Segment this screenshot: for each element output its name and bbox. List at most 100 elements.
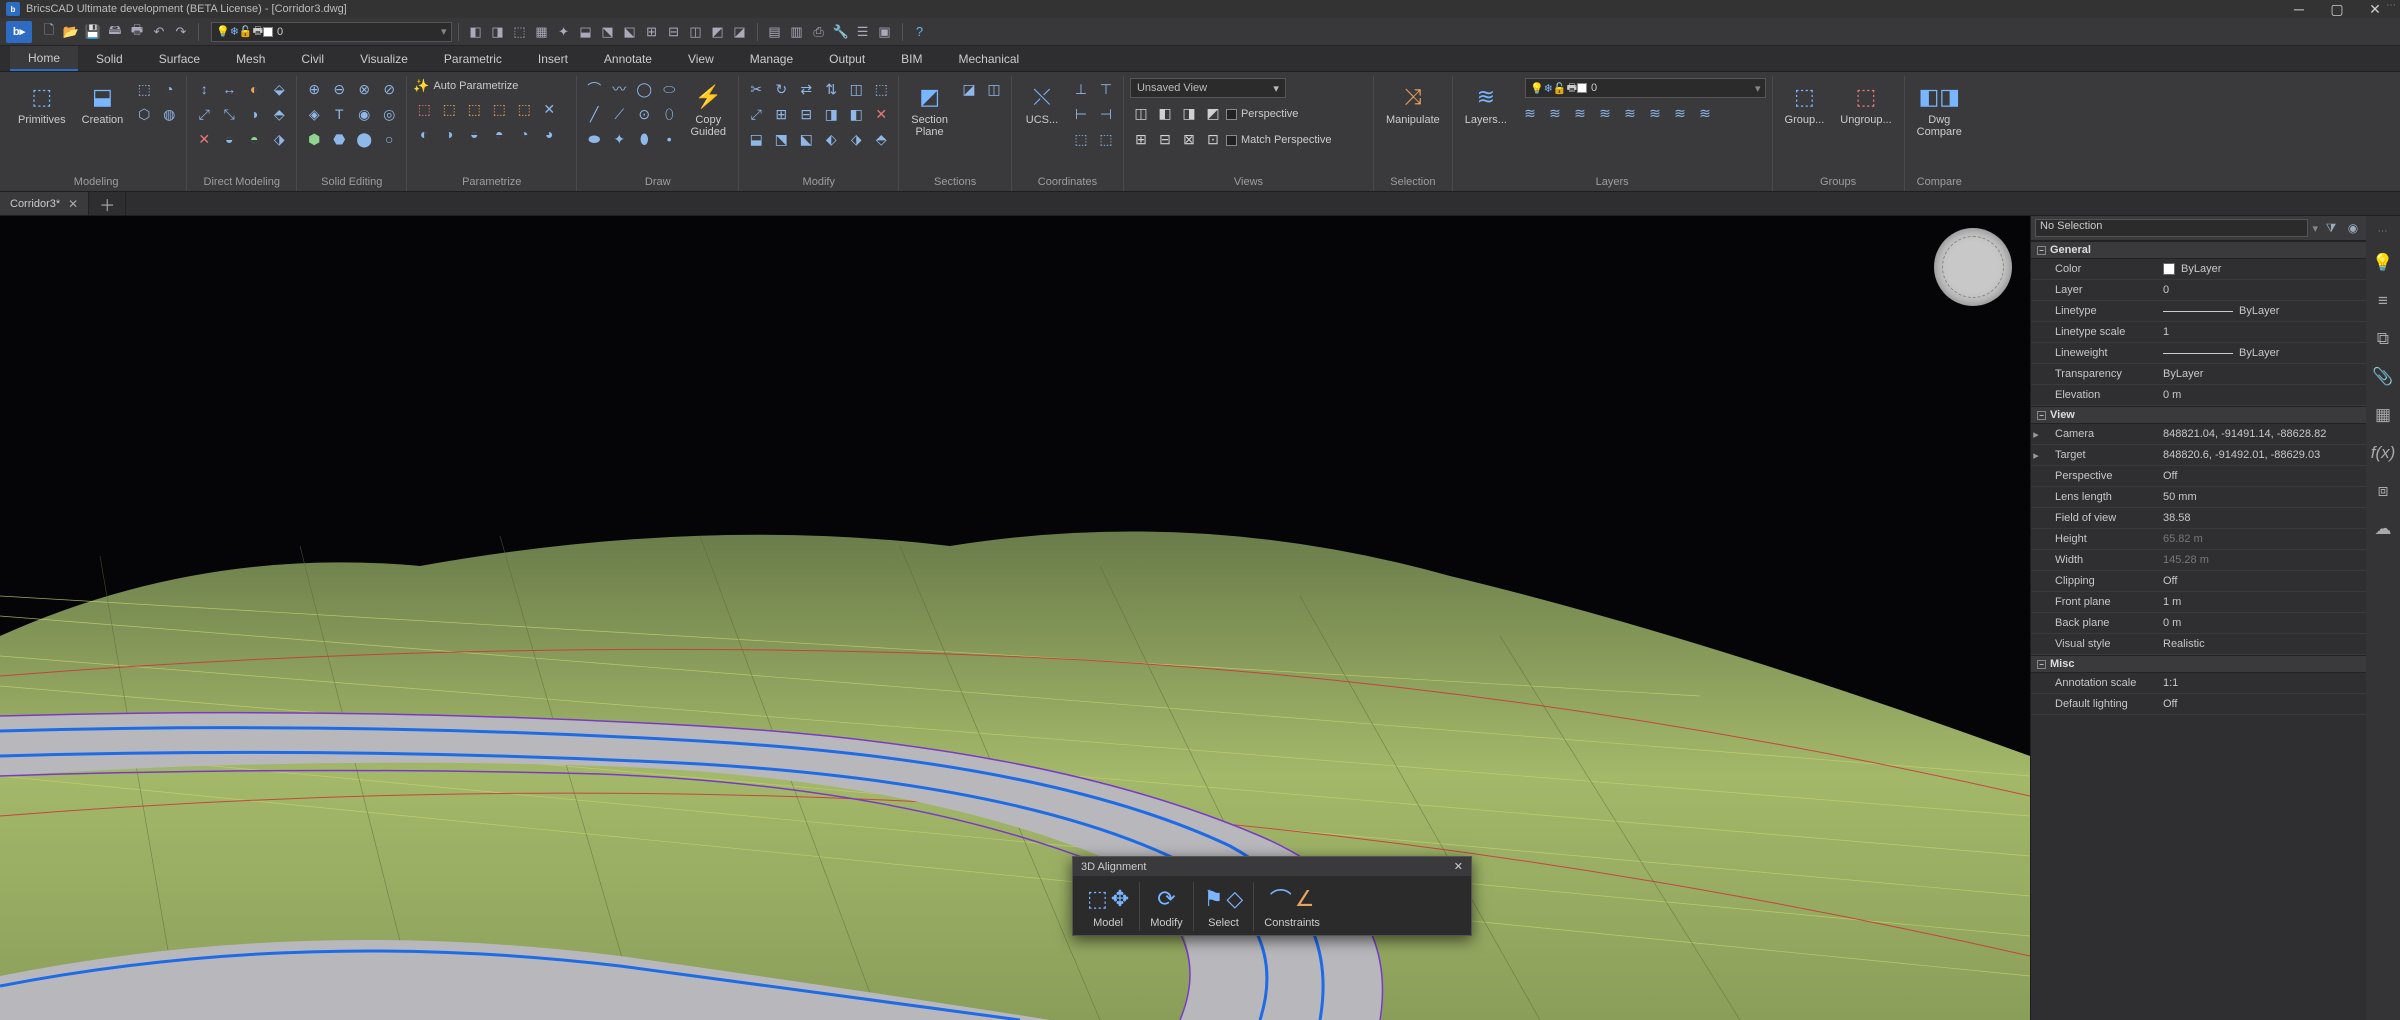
se-tool-4[interactable]: ⊘: [378, 78, 400, 100]
section-view[interactable]: −View: [2031, 406, 2366, 424]
pm-tool-10[interactable]: ◓: [488, 123, 510, 145]
dr-tool-5[interactable]: ╱: [583, 103, 605, 125]
tab-parametric[interactable]: Parametric: [426, 46, 520, 71]
tool-icon-2[interactable]: ◨: [487, 21, 509, 43]
dr-tool-2[interactable]: 〰: [608, 78, 630, 100]
dm-tool-10[interactable]: ◒: [218, 128, 240, 150]
dr-tool-7[interactable]: ⊙: [633, 103, 655, 125]
pick-icon[interactable]: ◉: [2344, 219, 2362, 237]
se-tool-5[interactable]: ◈: [303, 103, 325, 125]
md-tool-4[interactable]: ⇅: [820, 78, 842, 100]
file-tab-corridor3[interactable]: Corridor3* ✕: [0, 192, 89, 215]
new-icon[interactable]: 🗋: [38, 21, 60, 43]
perspective-check[interactable]: Perspective: [1226, 104, 1298, 124]
co-tool-3[interactable]: ⊢: [1070, 103, 1092, 125]
prop-row-lens-length[interactable]: Lens length50 mm: [2031, 487, 2366, 508]
md-tool-5[interactable]: ◫: [845, 78, 867, 100]
prop-row-linetype-scale[interactable]: Linetype scale1: [2031, 322, 2366, 343]
open-icon[interactable]: 📂: [60, 21, 82, 43]
dm-tool-1[interactable]: ↕: [193, 78, 215, 100]
dm-tool-12[interactable]: ⬗: [268, 128, 290, 150]
md-tool-13[interactable]: ⬓: [745, 128, 767, 150]
match-perspective-check[interactable]: Match Perspective: [1226, 130, 1331, 150]
chevron-down-icon[interactable]: ▾: [1755, 82, 1761, 95]
tool-icon-18[interactable]: ☰: [852, 21, 874, 43]
cloud-icon[interactable]: ☁: [2371, 517, 2395, 541]
pm-tool-8[interactable]: ◑: [438, 123, 460, 145]
tab-manage[interactable]: Manage: [732, 46, 811, 71]
ly-tool-5[interactable]: ≋: [1619, 102, 1641, 124]
ly-tool-2[interactable]: ≋: [1544, 102, 1566, 124]
section-misc[interactable]: −Misc: [2031, 655, 2366, 673]
chevron-down-icon[interactable]: ▾: [2312, 222, 2318, 235]
tab-insert[interactable]: Insert: [520, 46, 586, 71]
vw-tool-3[interactable]: ◨: [1178, 102, 1200, 124]
md-tool-12[interactable]: ✕: [870, 103, 892, 125]
filter-icon[interactable]: ⧩: [2322, 219, 2340, 237]
tab-civil[interactable]: Civil: [283, 46, 342, 71]
md-tool-18[interactable]: ⬘: [870, 128, 892, 150]
md-tool-17[interactable]: ⬗: [845, 128, 867, 150]
ly-tool-4[interactable]: ≋: [1594, 102, 1616, 124]
modeling-tool-2[interactable]: ◔: [158, 78, 180, 100]
tool-icon-11[interactable]: ◫: [685, 21, 707, 43]
vw-tool-1[interactable]: ◫: [1130, 102, 1152, 124]
tab-home[interactable]: Home: [10, 46, 78, 71]
sec-tool-1[interactable]: ◪: [958, 78, 980, 100]
tab-mesh[interactable]: Mesh: [218, 46, 283, 71]
pm-tool-7[interactable]: ◐: [413, 123, 435, 145]
viewport[interactable]: 3D Alignment ✕ ⬚✥ Model ⟳ Modify ⚑◇ Sele…: [0, 216, 2030, 1020]
tab-view[interactable]: View: [670, 46, 732, 71]
sec-tool-2[interactable]: ◫: [983, 78, 1005, 100]
bulb-icon[interactable]: 💡: [2371, 251, 2395, 275]
ly-tool-7[interactable]: ≋: [1669, 102, 1691, 124]
se-tool-8[interactable]: ◎: [378, 103, 400, 125]
dm-tool-5[interactable]: ⤢: [193, 103, 215, 125]
tool-icon-1[interactable]: ◧: [465, 21, 487, 43]
md-tool-11[interactable]: ◧: [845, 103, 867, 125]
tool-icon-10[interactable]: ⊟: [663, 21, 685, 43]
pm-tool-11[interactable]: ◔: [513, 123, 535, 145]
md-tool-2[interactable]: ↻: [770, 78, 792, 100]
maximize-button[interactable]: ▢: [2318, 0, 2356, 18]
qat-layer-combo[interactable]: 💡 ❄ 🔓 🖶 ▾: [211, 22, 452, 42]
md-tool-16[interactable]: ⬖: [820, 128, 842, 150]
ribbon-collapse[interactable]: ⋯: [2386, 0, 2400, 14]
dr-tool-6[interactable]: ⟋: [608, 103, 630, 125]
se-tool-10[interactable]: ⬣: [328, 128, 350, 150]
ly-tool-8[interactable]: ≋: [1694, 102, 1716, 124]
pm-tool-12[interactable]: ◕: [538, 123, 560, 145]
view-cube[interactable]: [1934, 228, 2012, 306]
co-tool-4[interactable]: ⊣: [1095, 103, 1117, 125]
align-modify[interactable]: ⟳ Modify: [1140, 882, 1193, 931]
se-tool-11[interactable]: ⬤: [353, 128, 375, 150]
dr-tool-10[interactable]: ✦: [608, 128, 630, 150]
view-combo[interactable]: Unsaved View ▾: [1130, 78, 1286, 98]
minimize-button[interactable]: ─: [2280, 0, 2318, 18]
md-tool-8[interactable]: ⊞: [770, 103, 792, 125]
close-icon[interactable]: ✕: [1454, 860, 1463, 873]
modeling-tool-3[interactable]: ⬡: [133, 103, 155, 125]
ly-tool-1[interactable]: ≋: [1519, 102, 1541, 124]
primitives-button[interactable]: ⬚ Primitives: [12, 78, 72, 130]
se-tool-12[interactable]: ○: [378, 128, 400, 150]
tool-icon-16[interactable]: ⎙: [808, 21, 830, 43]
dm-tool-7[interactable]: ◑: [243, 103, 265, 125]
print-icon[interactable]: 🖶: [126, 21, 148, 43]
clip-icon[interactable]: 📎: [2371, 365, 2395, 389]
tool-icon-8[interactable]: ⬕: [619, 21, 641, 43]
se-tool-3[interactable]: ⊗: [353, 78, 375, 100]
tool-icon-13[interactable]: ◪: [729, 21, 751, 43]
tool-icon-14[interactable]: ▤: [764, 21, 786, 43]
tab-surface[interactable]: Surface: [141, 46, 218, 71]
ly-tool-3[interactable]: ≋: [1569, 102, 1591, 124]
tool-icon-19[interactable]: ▣: [874, 21, 896, 43]
dr-tool-1[interactable]: ⌒: [583, 78, 605, 100]
help-icon[interactable]: ?: [909, 21, 931, 43]
sliders-icon[interactable]: ≡: [2371, 289, 2395, 313]
selection-combo[interactable]: No Selection: [2035, 219, 2308, 237]
prop-row-perspective[interactable]: PerspectiveOff: [2031, 466, 2366, 487]
dr-tool-8[interactable]: ⬯: [658, 103, 680, 125]
md-tool-1[interactable]: ✂: [745, 78, 767, 100]
se-tool-1[interactable]: ⊕: [303, 78, 325, 100]
